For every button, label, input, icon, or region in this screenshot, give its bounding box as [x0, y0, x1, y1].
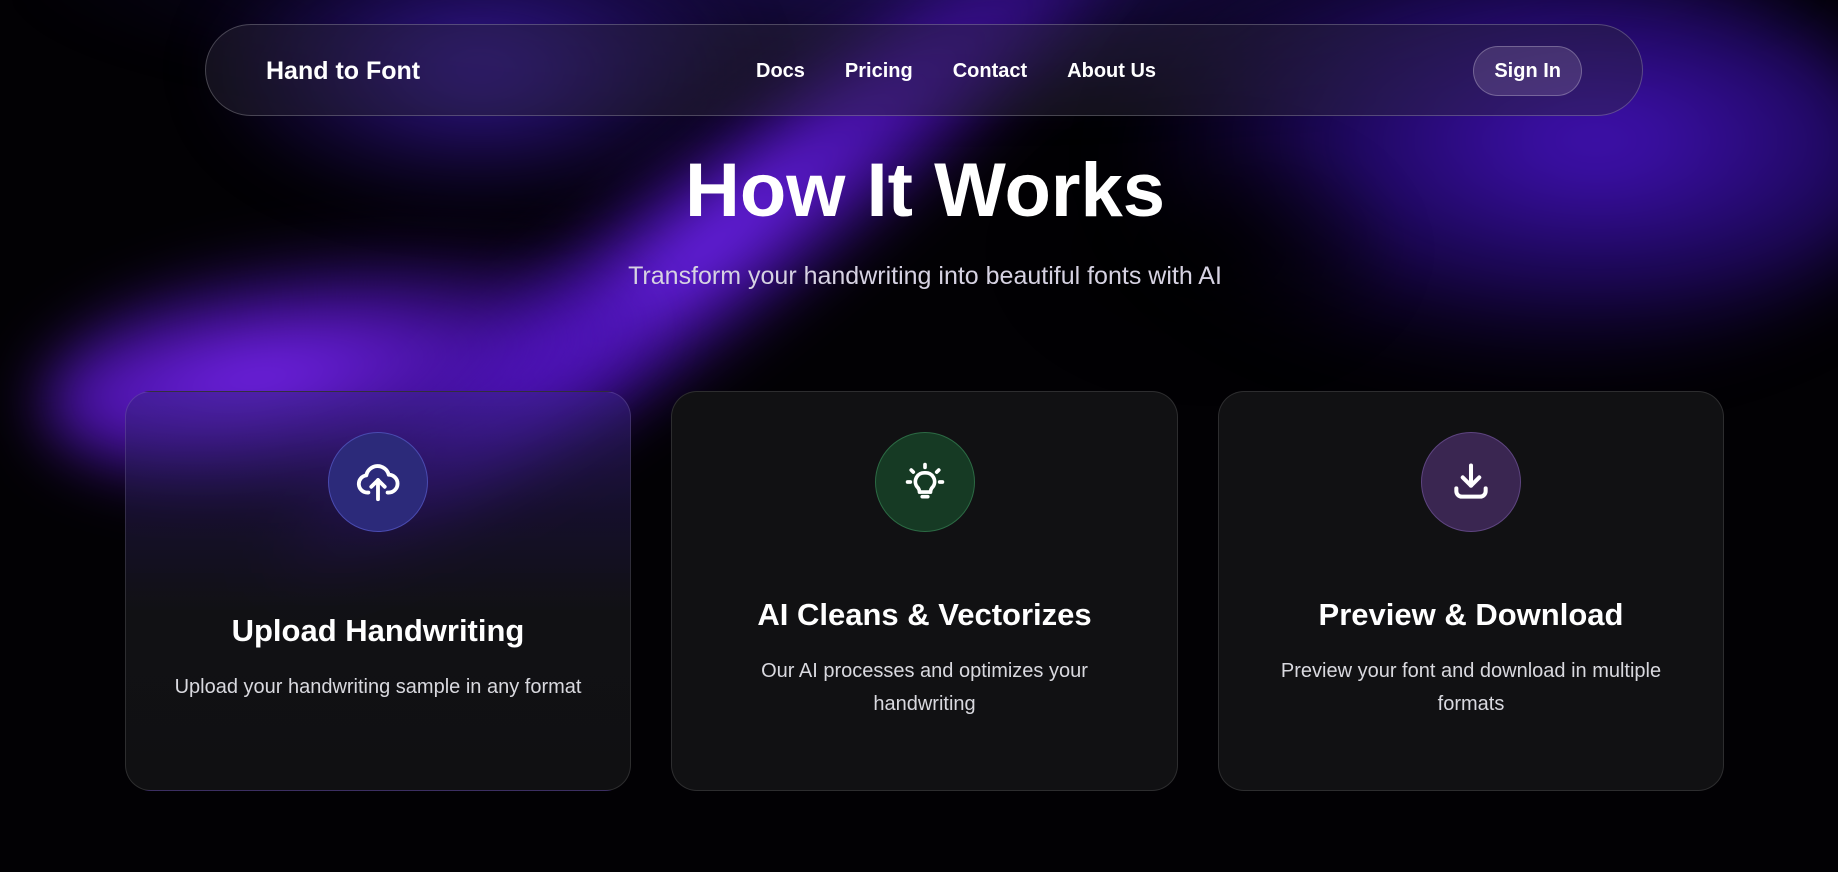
nav-links: Docs Pricing Contact About Us [756, 25, 1156, 117]
nav-link-pricing[interactable]: Pricing [845, 60, 913, 83]
step-card-ai-clean: AI Cleans & Vectorizes Our AI processes … [671, 391, 1178, 791]
download-icon [1421, 432, 1521, 532]
card-description: Upload your handwriting sample in any fo… [174, 676, 582, 698]
step-card-upload: Upload Handwriting Upload your handwriti… [125, 391, 631, 791]
card-description: Our AI processes and optimizes your hand… [761, 660, 1088, 715]
sign-in-button[interactable]: Sign In [1473, 46, 1582, 96]
nav-link-docs[interactable]: Docs [756, 60, 805, 83]
navbar: Hand to Font Docs Pricing Contact About … [205, 24, 1643, 116]
page: Hand to Font Docs Pricing Contact About … [0, 0, 1838, 872]
nav-link-about-us[interactable]: About Us [1067, 60, 1156, 83]
lightbulb-icon [874, 432, 975, 532]
step-card-download: Preview & Download Preview your font and… [1218, 391, 1724, 791]
card-title: Preview & Download [1318, 597, 1624, 632]
page-title: How It Works [685, 148, 1165, 233]
brand-logo[interactable]: Hand to Font [266, 25, 420, 117]
card-description: Preview your font and download in multip… [1280, 660, 1662, 715]
cloud-upload-icon [328, 432, 428, 532]
card-title: Upload Handwriting [231, 613, 525, 648]
card-title: AI Cleans & Vectorizes [757, 597, 1092, 632]
page-subtitle: Transform your handwriting into beautifu… [628, 262, 1222, 290]
nav-link-contact[interactable]: Contact [953, 60, 1027, 83]
